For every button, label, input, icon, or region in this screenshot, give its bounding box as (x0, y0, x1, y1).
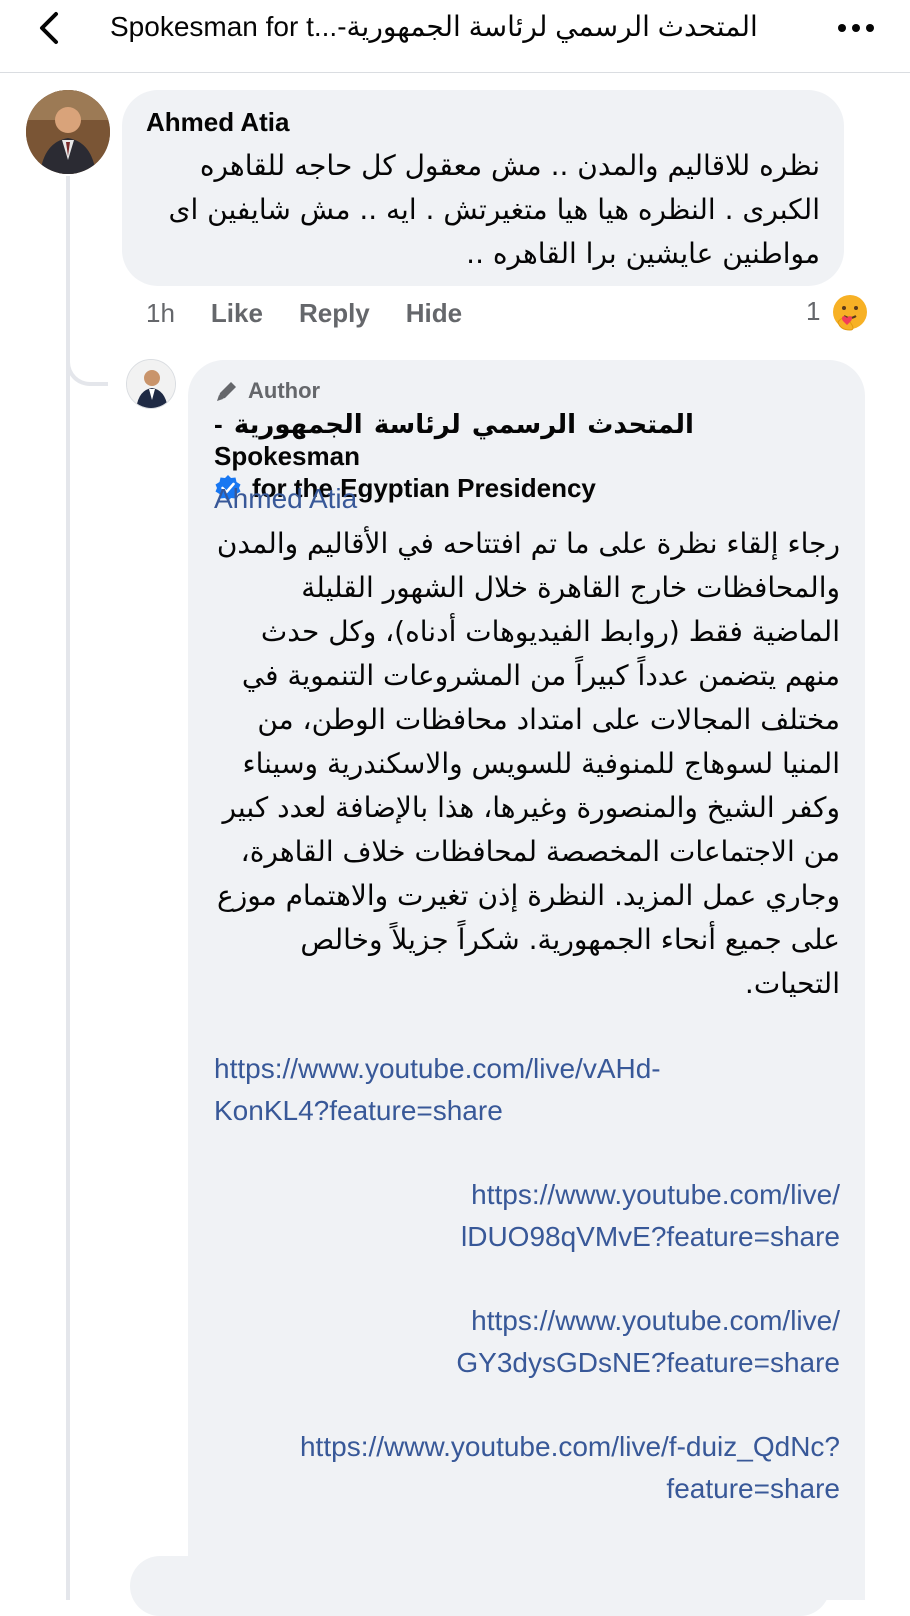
video-link-3[interactable]: https://www.youtube.com/live/ GY3dysGDsN… (214, 1300, 840, 1384)
page-name-line-1[interactable]: المتحدث الرسمي لرئاسة الجمهورية -Spokesm… (214, 408, 814, 472)
video-link-1-line-2[interactable]: KonKL4?feature=share (214, 1090, 774, 1132)
video-link-4-line-1[interactable]: https://www.youtube.com/live/f-duiz_QdNc… (214, 1426, 840, 1468)
commenter-avatar[interactable] (26, 90, 110, 174)
reply-button[interactable]: Reply (299, 298, 370, 329)
more-button[interactable] (836, 18, 876, 38)
author-badge-label: Author (248, 378, 321, 403)
video-link-4-line-2[interactable]: feature=share (214, 1468, 840, 1510)
person-photo-icon (127, 360, 175, 408)
comment-author-name[interactable]: Ahmed Atia (146, 106, 290, 138)
video-link-3-line-2[interactable]: GY3dysGDsNE?feature=share (214, 1342, 840, 1384)
care-emoji-icon[interactable] (830, 292, 870, 332)
hide-button[interactable]: Hide (406, 298, 462, 329)
back-button[interactable] (30, 8, 70, 48)
comment-composer[interactable] (130, 1556, 830, 1616)
chevron-left-icon (40, 12, 58, 44)
video-link-1-line-1[interactable]: https://www.youtube.com/live/vAHd- (214, 1048, 774, 1090)
video-link-4[interactable]: https://www.youtube.com/live/f-duiz_QdNc… (214, 1426, 840, 1510)
page-title: Spokesman for t...-المتحدث الرسمي لرئاسة… (110, 11, 758, 42)
comment-bubble[interactable]: Ahmed Atia نظره للاقاليم والمدن .. مش مع… (122, 90, 844, 286)
top-bar: Spokesman for t...-المتحدث الرسمي لرئاسة… (0, 0, 910, 73)
video-link-2[interactable]: https://www.youtube.com/live/ lDUO98qVMv… (214, 1174, 840, 1258)
video-link-2-line-2[interactable]: lDUO98qVMvE?feature=share (214, 1216, 840, 1258)
comment-text: نظره للاقاليم والمدن .. مش معقول كل حاجه… (168, 149, 820, 270)
like-button[interactable]: Like (211, 298, 263, 329)
page-avatar[interactable] (126, 359, 176, 409)
author-badge: Author (214, 378, 320, 404)
reply-text: رجاء إلقاء نظرة على ما تم افتتاحه في الأ… (216, 527, 840, 1000)
person-photo-icon (26, 90, 110, 174)
more-dots-icon (838, 24, 874, 32)
thread-line (66, 176, 70, 1600)
video-link-1[interactable]: https://www.youtube.com/live/vAHd- KonKL… (214, 1048, 774, 1132)
reaction-count[interactable]: 1 (806, 296, 820, 327)
video-link-3-line-1[interactable]: https://www.youtube.com/live/ (214, 1300, 840, 1342)
thread-connector (66, 300, 108, 386)
reply-bubble[interactable]: Author المتحدث الرسمي لرئاسة الجمهورية -… (188, 360, 865, 1600)
comment-actions: 1h Like Reply Hide (146, 296, 462, 330)
pen-icon (217, 382, 236, 401)
video-link-2-line-1[interactable]: https://www.youtube.com/live/ (214, 1174, 840, 1216)
comment-timestamp[interactable]: 1h (146, 298, 175, 329)
mention-link[interactable]: Ahmed Atia (214, 482, 357, 516)
